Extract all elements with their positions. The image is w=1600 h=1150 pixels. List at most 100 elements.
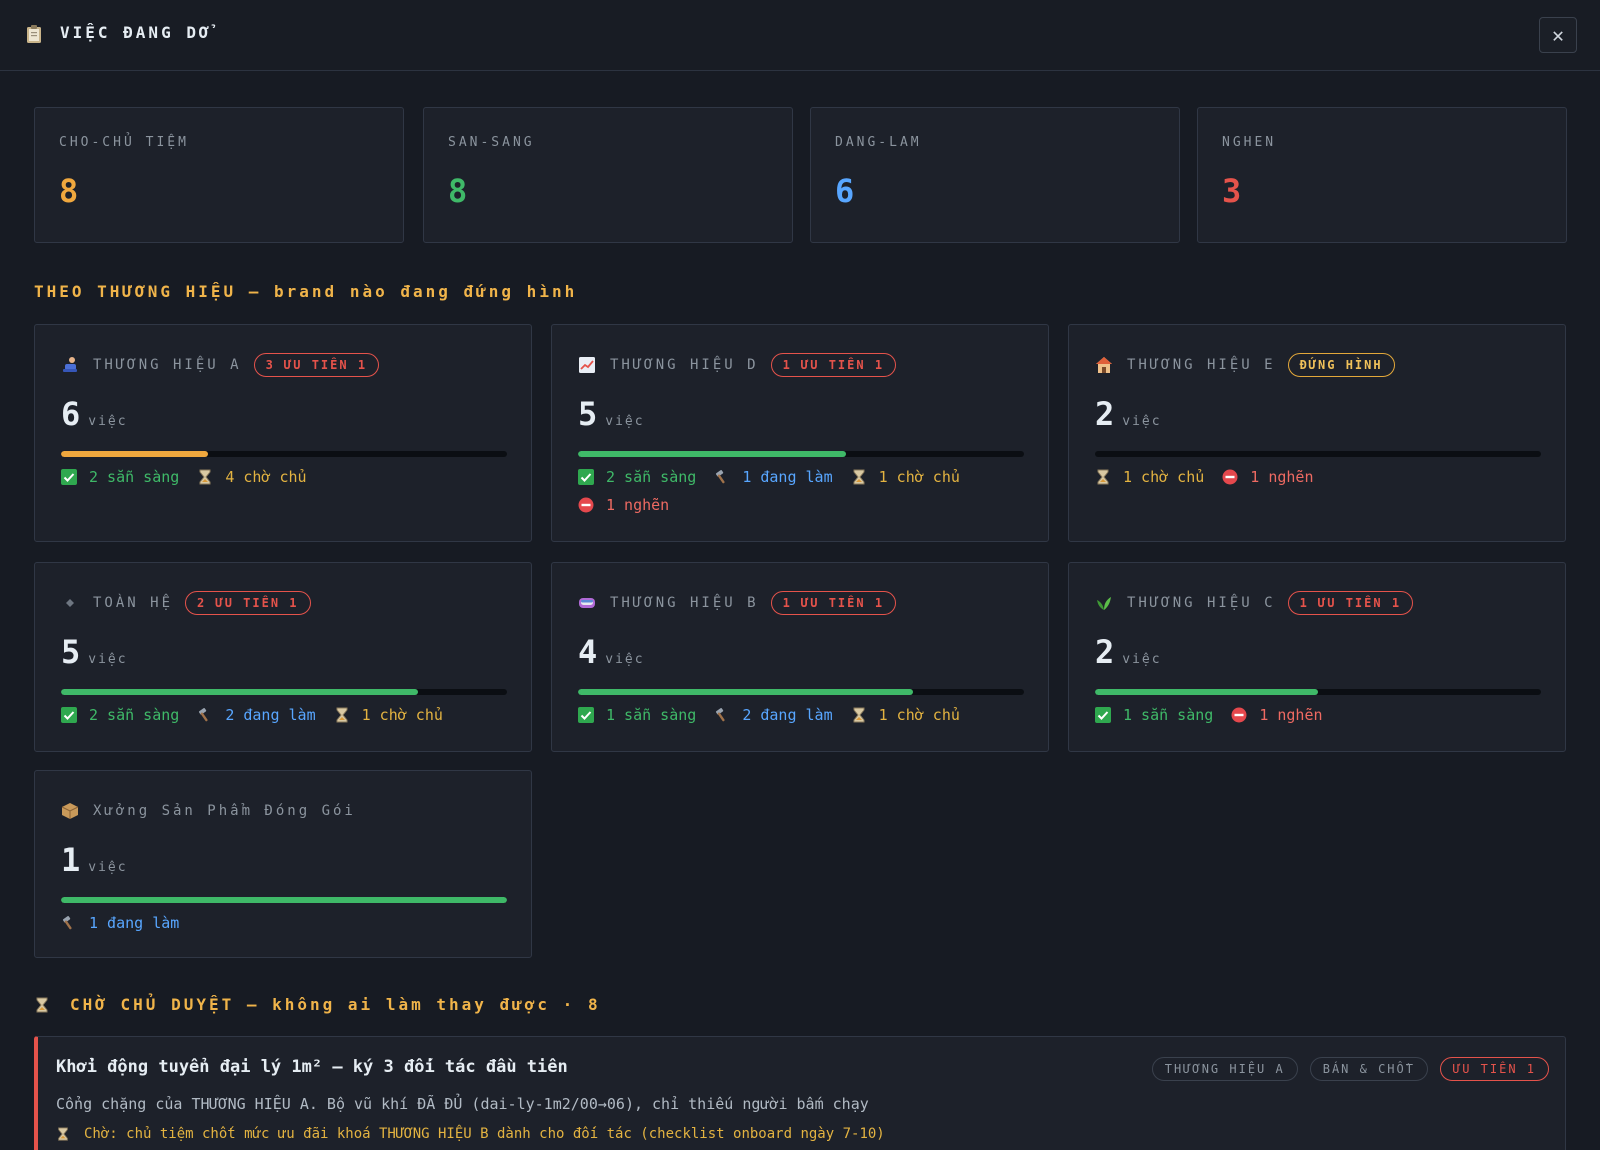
status-chips: 2 sẵn sàng 1 đang làm 1 chờ chủ 1 nghẽn [578, 467, 1030, 515]
waiting-item-title: Khởi động tuyển đại lý 1m² — ký 3 đối tá… [56, 1057, 568, 1077]
waiting-item-tags: THƯƠNG HIỆU A BÁN & CHỐT ƯU TIÊN 1 [1151, 1057, 1549, 1081]
brand-name: THƯƠNG HIỆU E [1127, 357, 1276, 373]
status-chip-label: 1 sẵn sàng [606, 706, 697, 724]
priority-badge: 1 ƯU TIÊN 1 [770, 353, 897, 377]
close-button[interactable]: ✕ [1539, 17, 1577, 53]
status-chip: 2 đang làm [197, 705, 316, 725]
task-count: 2 việc [1095, 633, 1162, 671]
task-count-unit: việc [88, 652, 128, 667]
package-icon [61, 802, 79, 820]
stat-card-dang-lam: DANG-LAM 6 [810, 107, 1180, 243]
task-count-number: 2 [1095, 395, 1115, 433]
task-count-unit: việc [1122, 414, 1162, 429]
brand-header: THƯƠNG HIỆU E ĐỨNG HÌNH [1095, 351, 1395, 379]
status-chips: 1 đang làm [61, 913, 513, 933]
task-count: 6 việc [61, 395, 128, 433]
status-chips: 1 sẵn sàng 2 đang làm 1 chờ chủ [578, 705, 1030, 725]
progress-bar-fill [61, 897, 507, 903]
check-icon [61, 469, 77, 485]
priority-badge: 3 ƯU TIÊN 1 [253, 353, 380, 377]
blocked-icon [1222, 469, 1238, 485]
priority-badge: 1 ƯU TIÊN 1 [1287, 591, 1414, 615]
brand-card[interactable]: THƯƠNG HIỆU C 1 ƯU TIÊN 1 2 việc 1 sẵn s… [1068, 562, 1566, 752]
brand-header: THƯƠNG HIỆU C 1 ƯU TIÊN 1 [1095, 589, 1414, 617]
status-chip-label: 1 đang làm [89, 914, 180, 932]
task-count-number: 2 [1095, 633, 1115, 671]
brand-card[interactable]: THƯƠNG HIỆU B 1 ƯU TIÊN 1 4 việc 1 sẵn s… [551, 562, 1049, 752]
progress-bar [578, 689, 1024, 695]
progress-bar [1095, 451, 1541, 457]
stat-card-cho-chu-tiem: CHO-CHỦ TIỆM 8 [34, 107, 404, 243]
diamond-icon [61, 594, 79, 612]
hammer-icon [197, 707, 213, 723]
brand-tag[interactable]: THƯƠNG HIỆU A [1151, 1057, 1298, 1081]
status-chip: 1 đang làm [61, 913, 179, 933]
brand-header: THƯƠNG HIỆU A 3 ƯU TIÊN 1 [61, 351, 380, 379]
progress-bar-fill [578, 451, 846, 457]
priority-tag[interactable]: ƯU TIÊN 1 [1439, 1057, 1549, 1081]
status-chip-label: 1 sẵn sàng [1123, 706, 1214, 724]
category-tag[interactable]: BÁN & CHỐT [1309, 1057, 1428, 1081]
hourglass-icon [1095, 469, 1111, 485]
hourglass-icon [58, 1127, 68, 1141]
modal-header: VIỆC ĐANG DỞ ✕ [0, 0, 1600, 71]
hourglass-icon [36, 997, 48, 1012]
task-count: 5 việc [578, 395, 645, 433]
leaf-icon [1095, 594, 1113, 612]
progress-bar-fill [578, 689, 913, 695]
stat-value: 8 [448, 172, 468, 210]
check-icon [61, 707, 77, 723]
status-chips: 2 sẵn sàng 2 đang làm 1 chờ chủ [61, 705, 513, 725]
status-chip-label: 2 đang làm [742, 706, 833, 724]
modal-title: VIỆC ĐANG DỞ [60, 23, 212, 42]
status-chip-label: 1 nghẽn [1259, 706, 1323, 724]
priority-badge: 2 ƯU TIÊN 1 [185, 591, 311, 615]
status-chip-label: 2 sẵn sàng [89, 706, 180, 724]
status-chip-label: 1 đang làm [742, 468, 833, 486]
blocked-icon [1231, 707, 1247, 723]
progress-bar [61, 689, 507, 695]
brand-header: THƯƠNG HIỆU B 1 ƯU TIÊN 1 [578, 589, 897, 617]
task-count-unit: việc [605, 414, 645, 429]
waiting-item-note: Chờ: chủ tiệm chốt mức ưu đãi khoá THƯƠN… [56, 1126, 885, 1142]
status-chip-label: 1 nghẽn [606, 496, 670, 514]
status-chip: 1 sẵn sàng [578, 705, 696, 725]
status-chip-label: 1 nghẽn [1250, 468, 1314, 486]
hammer-icon [714, 707, 730, 723]
status-chip: 4 chờ chủ [197, 467, 307, 487]
waiting-item-description: Cổng chặng của THƯƠNG HIỆU A. Bộ vũ khí … [56, 1095, 869, 1113]
waiting-item[interactable]: Khởi động tuyển đại lý 1m² — ký 3 đối tá… [34, 1036, 1566, 1150]
stat-card-nghen: NGHEN 3 [1197, 107, 1567, 243]
stat-label: DANG-LAM [835, 135, 922, 150]
status-chips: 1 sẵn sàng 1 nghẽn [1095, 705, 1547, 725]
task-count-number: 5 [61, 633, 81, 671]
waiting-section-header: CHỜ CHỦ DUYỆT — không ai làm thay được ·… [34, 995, 601, 1014]
check-icon [578, 469, 594, 485]
brand-name: Xưởng Sản Phẩm Đóng Gói [93, 803, 356, 819]
hourglass-icon [334, 707, 350, 723]
stat-label: SAN-SANG [448, 135, 535, 150]
status-chip-label: 1 chờ chủ [361, 706, 443, 724]
house-icon [1095, 356, 1113, 374]
check-icon [578, 707, 594, 723]
hammer-icon [714, 469, 730, 485]
hourglass-icon [851, 469, 867, 485]
status-chip-label: 2 sẵn sàng [606, 468, 697, 486]
brand-card[interactable]: Xưởng Sản Phẩm Đóng Gói 1 việc 1 đang là… [34, 770, 532, 958]
status-chip: 1 nghẽn [578, 495, 669, 515]
brand-card[interactable]: THƯƠNG HIỆU D 1 ƯU TIÊN 1 5 việc 2 sẵn s… [551, 324, 1049, 542]
brand-card[interactable]: THƯƠNG HIỆU A 3 ƯU TIÊN 1 6 việc 2 sẵn s… [34, 324, 532, 542]
task-count: 5 việc [61, 633, 128, 671]
brand-name: TOÀN HỆ [93, 595, 174, 611]
status-chip-label: 1 chờ chủ [878, 468, 960, 486]
person-icon [61, 356, 79, 374]
stat-value: 6 [835, 172, 855, 210]
task-count-unit: việc [88, 860, 128, 875]
brand-card[interactable]: THƯƠNG HIỆU E ĐỨNG HÌNH 2 việc 1 chờ chủ… [1068, 324, 1566, 542]
waiting-section-title: CHỜ CHỦ DUYỆT — không ai làm thay được ·… [70, 995, 601, 1014]
status-chip: 2 sẵn sàng [61, 705, 179, 725]
progress-bar-fill [1095, 689, 1318, 695]
task-count-unit: việc [88, 414, 128, 429]
brand-card[interactable]: TOÀN HỆ 2 ƯU TIÊN 1 5 việc 2 sẵn sàng 2 … [34, 562, 532, 752]
task-count-number: 6 [61, 395, 81, 433]
